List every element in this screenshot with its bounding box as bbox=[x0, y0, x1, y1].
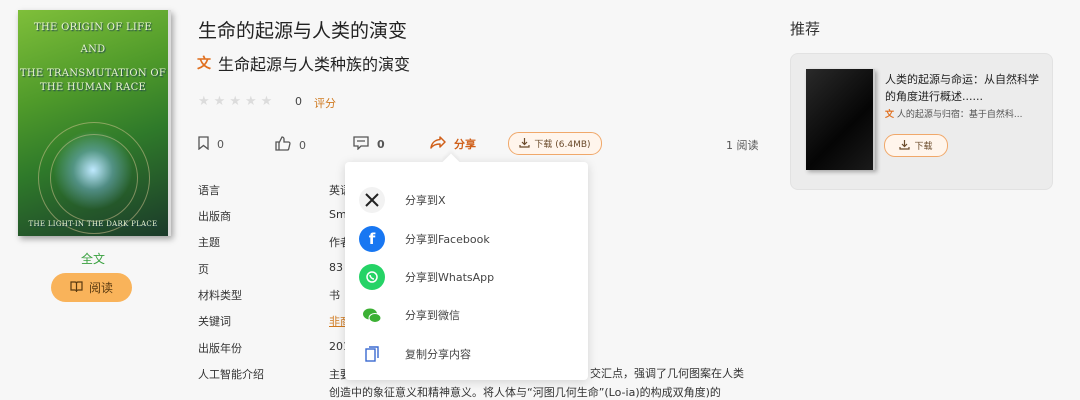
ai-summary-text: 交汇点，强调了几何图案在人类 bbox=[590, 367, 744, 380]
comment-count: 0 bbox=[377, 138, 385, 151]
bookmark-icon bbox=[198, 136, 209, 153]
bookmark-button[interactable]: 0 bbox=[198, 136, 224, 153]
rating-stars[interactable]: ★ ★ ★ ★ ★ bbox=[198, 94, 272, 109]
like-button[interactable]: 0 bbox=[275, 136, 306, 154]
page-title: 生命的起源与人类的演变 bbox=[198, 20, 408, 42]
copy-icon bbox=[359, 341, 385, 367]
share-label: 分享 bbox=[454, 138, 476, 151]
detail-label: 出版年份 bbox=[198, 342, 242, 355]
detail-value: 83 bbox=[329, 261, 343, 274]
share-menu-label: 复制分享内容 bbox=[405, 348, 471, 361]
share-menu-label: 分享到X bbox=[405, 194, 446, 207]
read-button[interactable]: 阅读 bbox=[51, 273, 132, 302]
recommend-book-subtitle: 文 人的起源与归宿：基于自然科... bbox=[885, 107, 1045, 120]
download-icon bbox=[519, 137, 531, 151]
recommend-download-label: 下载 bbox=[914, 142, 933, 152]
cover-title-line: AND bbox=[80, 44, 106, 55]
share-menu-label: 分享到Facebook bbox=[405, 233, 490, 246]
download-button[interactable]: 下载 (6.4MB) bbox=[508, 132, 602, 155]
cover-title-line: THE ORIGIN OF LIFE bbox=[34, 22, 152, 33]
share-to-facebook[interactable]: f 分享到Facebook bbox=[359, 224, 490, 254]
star-icon[interactable]: ★ bbox=[229, 94, 241, 109]
facebook-icon: f bbox=[359, 226, 385, 252]
share-to-wechat[interactable]: 分享到微信 bbox=[359, 300, 460, 330]
bookmark-count: 0 bbox=[217, 138, 224, 151]
detail-value: 书 bbox=[329, 289, 340, 302]
comment-icon bbox=[353, 136, 369, 153]
book-open-icon bbox=[70, 280, 83, 295]
translate-icon: 文 bbox=[197, 56, 211, 72]
share-to-whatsapp[interactable]: 分享到WhatsApp bbox=[359, 262, 494, 292]
comment-button[interactable]: 0 bbox=[353, 136, 385, 153]
book-cover[interactable]: THE ORIGIN OF LIFE AND THE TRANSMUTATION… bbox=[18, 10, 171, 236]
rating-count: 0 bbox=[295, 95, 302, 108]
share-menu-label: 分享到微信 bbox=[405, 309, 460, 322]
share-menu-label: 分享到WhatsApp bbox=[405, 271, 495, 284]
x-icon bbox=[359, 187, 385, 213]
download-label: 下载 (6.4MB) bbox=[534, 140, 591, 150]
fulltext-label[interactable]: 全文 bbox=[18, 250, 168, 267]
cover-figure bbox=[53, 130, 133, 210]
star-icon[interactable]: ★ bbox=[261, 94, 273, 109]
recommend-heading: 推荐 bbox=[790, 20, 821, 38]
read-count: 1 阅读 bbox=[726, 139, 759, 152]
wechat-icon bbox=[359, 302, 385, 328]
share-to-x[interactable]: 分享到X bbox=[359, 185, 446, 215]
cover-title-line: THE HUMAN RACE bbox=[39, 82, 147, 93]
detail-label: 语言 bbox=[198, 184, 220, 197]
star-icon[interactable]: ★ bbox=[198, 94, 210, 109]
copy-share-content[interactable]: 复制分享内容 bbox=[359, 339, 471, 369]
translated-title: 生命起源与人类种族的演变 bbox=[218, 55, 411, 74]
share-menu: 分享到X f 分享到Facebook 分享到WhatsApp 分享到微信 复制分… bbox=[345, 162, 588, 380]
read-button-label: 阅读 bbox=[88, 281, 113, 295]
download-icon bbox=[899, 139, 911, 153]
like-count: 0 bbox=[299, 138, 306, 152]
translate-icon: 文 bbox=[885, 110, 895, 120]
cover-title-line: THE TRANSMUTATION OF bbox=[19, 68, 167, 79]
share-arrow-icon bbox=[430, 136, 446, 152]
star-icon[interactable]: ★ bbox=[214, 94, 226, 109]
recommend-book-cover[interactable] bbox=[806, 69, 875, 170]
share-button[interactable]: 分享 bbox=[430, 136, 476, 152]
whatsapp-icon bbox=[359, 264, 385, 290]
detail-label: 关键词 bbox=[198, 315, 231, 328]
rate-link[interactable]: 评分 bbox=[314, 95, 336, 111]
detail-label: 主题 bbox=[198, 236, 220, 249]
recommend-download-button[interactable]: 下载 bbox=[884, 134, 948, 157]
detail-label: 出版商 bbox=[198, 210, 231, 223]
recommend-book-title[interactable]: 人类的起源与命运：从自然科学的角度进行概述...... bbox=[885, 71, 1041, 105]
detail-label: 人工智能介绍 bbox=[198, 368, 264, 381]
star-icon[interactable]: ★ bbox=[245, 94, 257, 109]
recommend-subtitle-text: 人的起源与归宿：基于自然科... bbox=[896, 110, 1023, 120]
ai-summary-text-line2: 创造中的象征意义和精神意义。将人体与“河图几何生命”(Lo-ia)的构成双角度)… bbox=[329, 386, 721, 399]
detail-label: 材料类型 bbox=[198, 289, 242, 302]
thumbs-up-icon bbox=[275, 136, 291, 154]
detail-label: 页 bbox=[198, 263, 209, 276]
cover-bottom-text: THE LIGHT-IN THE DARK PLACE bbox=[28, 220, 158, 228]
